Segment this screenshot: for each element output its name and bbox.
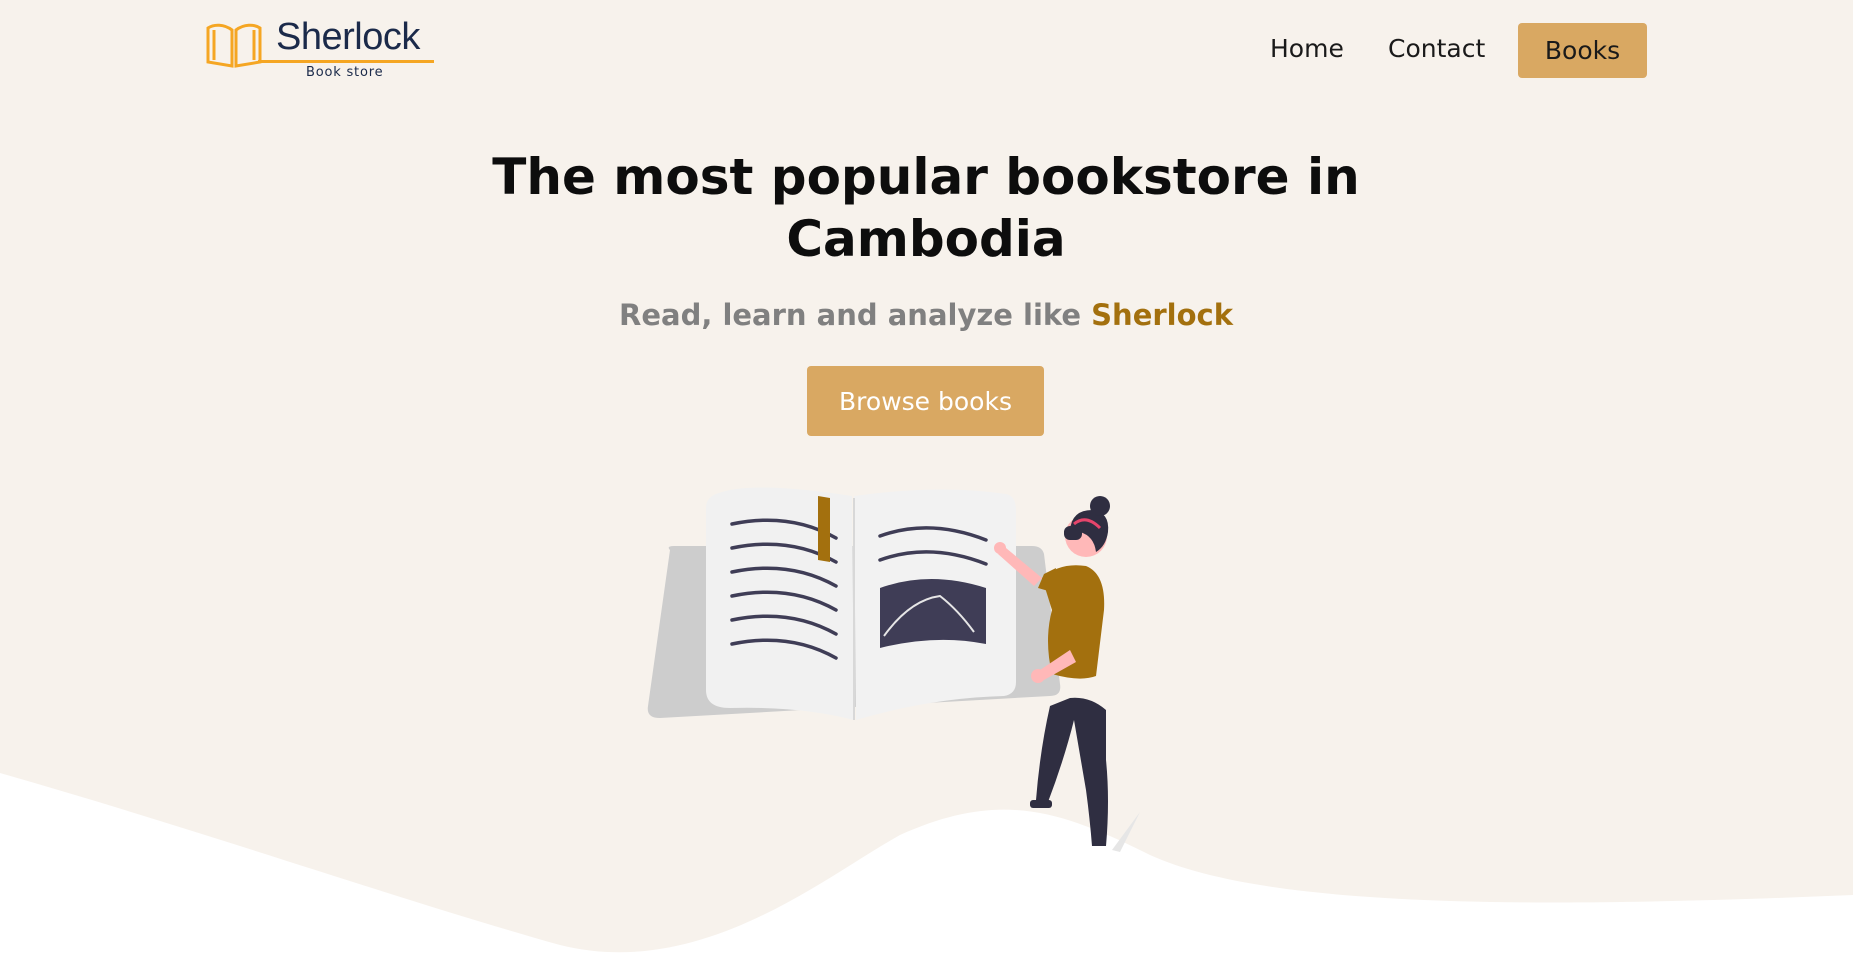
tagline-accent: Sherlock bbox=[1091, 298, 1233, 332]
brand-name: Sherlock bbox=[276, 16, 420, 58]
page-headline: The most popular bookstore in Cambodia bbox=[492, 148, 1360, 268]
open-book-icon bbox=[206, 23, 262, 68]
brand-subtitle: Book store bbox=[306, 65, 384, 80]
tagline-text: Read, learn and analyze like bbox=[619, 298, 1092, 332]
logo-underline bbox=[258, 60, 434, 63]
woman-reading-book-illustration bbox=[647, 487, 1140, 852]
brand-logo[interactable]: Sherlock Book store bbox=[204, 16, 434, 84]
bookmark bbox=[818, 496, 830, 562]
hero-tagline: Read, learn and analyze like Sherlock bbox=[426, 298, 1426, 332]
nav-books-button[interactable]: Books bbox=[1518, 23, 1647, 78]
book-picture bbox=[880, 579, 986, 648]
browse-books-button[interactable]: Browse books bbox=[807, 366, 1044, 436]
nav-contact-link[interactable]: Contact bbox=[1388, 34, 1485, 63]
nav-home-link[interactable]: Home bbox=[1270, 34, 1344, 63]
